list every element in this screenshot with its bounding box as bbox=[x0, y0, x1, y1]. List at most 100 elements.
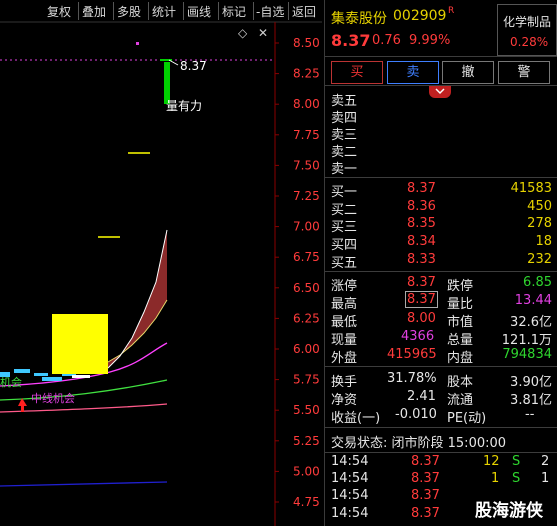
cancel-order-button[interactable]: 撤 bbox=[442, 61, 494, 84]
buy-level-price: 8.33 bbox=[407, 252, 436, 267]
total-volume-value: 121.1万 bbox=[501, 333, 552, 348]
current-volume-label: 现量 bbox=[331, 333, 358, 348]
buy-arrow-icon bbox=[18, 398, 27, 412]
candle bbox=[42, 377, 62, 381]
quote-panel: 集泰股份 002909 R 8.37 0.76 9.99% 化学制品 0.28%… bbox=[324, 0, 557, 526]
buy-level-price: 8.35 bbox=[407, 216, 436, 231]
tick-time: 14:54 bbox=[331, 488, 369, 503]
buy-level-volume: 450 bbox=[527, 199, 552, 214]
price-tick-label: 8.50 bbox=[293, 36, 320, 50]
tick-price: 8.37 bbox=[411, 471, 440, 486]
tick-count: 2 bbox=[541, 454, 550, 469]
price-tick-label: 7.50 bbox=[293, 158, 320, 172]
float-shares-label: 流通 bbox=[447, 393, 474, 408]
current-price: 8.37 bbox=[331, 31, 371, 50]
price-change-pct: 9.99% bbox=[409, 33, 451, 48]
price-tick-label: 5.75 bbox=[293, 373, 320, 387]
capital-value: 3.90亿 bbox=[510, 375, 552, 390]
sell-button[interactable]: 卖 bbox=[387, 61, 439, 84]
tick-side: S bbox=[512, 471, 521, 486]
price-tick-label: 8.25 bbox=[293, 67, 320, 81]
price-tick-label: 5.25 bbox=[293, 434, 320, 448]
limit-up-label: 涨停 bbox=[331, 279, 358, 294]
buy-level-price: 8.36 bbox=[407, 199, 436, 214]
candle bbox=[34, 373, 48, 376]
tick-price: 8.37 bbox=[411, 488, 440, 503]
buy-level-volume: 278 bbox=[527, 216, 552, 231]
price-change: 0.76 bbox=[372, 33, 401, 48]
pe-label: PE(动) bbox=[447, 411, 487, 426]
sector-box[interactable]: 化学制品 0.28% bbox=[497, 4, 557, 56]
settings-diamond-icon[interactable]: ◇ bbox=[238, 26, 248, 40]
volume-annotation: 量有力 bbox=[166, 99, 202, 113]
tick-count: 1 bbox=[541, 471, 550, 486]
buy-level-label: 买五 bbox=[331, 256, 358, 271]
signal-dot bbox=[136, 42, 139, 45]
price-pointer bbox=[168, 59, 179, 66]
ma-line-blue bbox=[0, 481, 168, 487]
price-tick-label: 7.25 bbox=[293, 189, 320, 203]
last-candle-body bbox=[164, 62, 170, 104]
high-label: 最高 bbox=[331, 297, 358, 312]
buy-level-label: 买一 bbox=[331, 185, 358, 200]
eps-label: 收益(一) bbox=[331, 411, 381, 426]
price-tick-label: 4.75 bbox=[293, 495, 320, 509]
yellow-signal-block bbox=[52, 314, 108, 374]
tick-volume: 1 bbox=[491, 471, 500, 486]
price-tick-label: 8.00 bbox=[293, 97, 320, 111]
buy-level-volume: 18 bbox=[535, 234, 552, 249]
kline-chart[interactable]: ◇ ✕ 8.50 8.25 8.00 7.75 7.50 7.25 7.00 6.75 6.50… bbox=[0, 0, 322, 526]
watermark-text: 股海游侠 bbox=[475, 501, 543, 521]
last-price-annotation: 8.37 bbox=[180, 59, 207, 73]
capital-label: 股本 bbox=[447, 375, 474, 390]
market-cap-value: 32.6亿 bbox=[510, 315, 552, 330]
limit-down-label: 跌停 bbox=[447, 279, 474, 294]
high-value: 8.37 bbox=[405, 291, 438, 308]
candle bbox=[14, 369, 30, 373]
price-tick-label: 6.50 bbox=[293, 281, 320, 295]
sector-change: 0.28% bbox=[510, 35, 549, 49]
price-tick-label: 6.00 bbox=[293, 342, 320, 356]
current-volume-value: 4366 bbox=[401, 329, 435, 344]
volume-ratio-value: 13.44 bbox=[514, 293, 552, 308]
inner-volume-value: 794834 bbox=[502, 347, 552, 362]
eps-value: -0.010 bbox=[395, 407, 437, 422]
buy-level-label: 买三 bbox=[331, 220, 358, 235]
buy-level-volume: 232 bbox=[527, 252, 552, 267]
tick-time: 14:54 bbox=[331, 506, 369, 521]
close-chart-icon[interactable]: ✕ bbox=[258, 26, 268, 40]
buy-level-price: 8.34 bbox=[407, 234, 436, 249]
price-tick-label: 6.75 bbox=[293, 250, 320, 264]
price-tick-label: 5.00 bbox=[293, 464, 320, 478]
signal-text-opportunity: 机会 bbox=[0, 375, 22, 389]
price-tick-label: 5.50 bbox=[293, 403, 320, 417]
price-tick-label: 7.00 bbox=[293, 220, 320, 234]
turnover-value: 31.78% bbox=[387, 371, 437, 386]
inner-volume-label: 内盘 bbox=[447, 351, 474, 366]
tick-price: 8.37 bbox=[411, 454, 440, 469]
stock-code: 002909 bbox=[393, 8, 447, 24]
buy-level-price: 8.37 bbox=[407, 181, 436, 196]
trade-status: 交易状态: 闭市阶段 15:00:00 bbox=[331, 436, 507, 451]
float-shares-value: 3.81亿 bbox=[510, 393, 552, 408]
expand-chevron-down-icon[interactable] bbox=[429, 86, 451, 98]
price-tick-label: 6.25 bbox=[293, 311, 320, 325]
tick-time: 14:54 bbox=[331, 471, 369, 486]
stock-name: 集泰股份 bbox=[331, 11, 387, 27]
alert-button[interactable]: 警 bbox=[498, 61, 550, 84]
outer-volume-value: 415965 bbox=[387, 347, 437, 362]
buy-level-volume: 41583 bbox=[510, 181, 552, 196]
market-cap-label: 市值 bbox=[447, 315, 474, 330]
tick-time: 14:54 bbox=[331, 454, 369, 469]
low-label: 最低 bbox=[331, 315, 358, 330]
low-value: 8.00 bbox=[407, 311, 436, 326]
sector-name: 化学制品 bbox=[503, 15, 552, 29]
outer-volume-label: 外盘 bbox=[331, 351, 358, 366]
limit-up-value: 8.37 bbox=[407, 275, 436, 290]
price-tick-label: 7.75 bbox=[293, 128, 320, 142]
tick-side: S bbox=[512, 454, 521, 469]
net-assets-value: 2.41 bbox=[407, 389, 436, 404]
stock-flag: R bbox=[448, 6, 455, 16]
buy-button[interactable]: 买 bbox=[331, 61, 383, 84]
net-assets-label: 净资 bbox=[331, 393, 358, 408]
